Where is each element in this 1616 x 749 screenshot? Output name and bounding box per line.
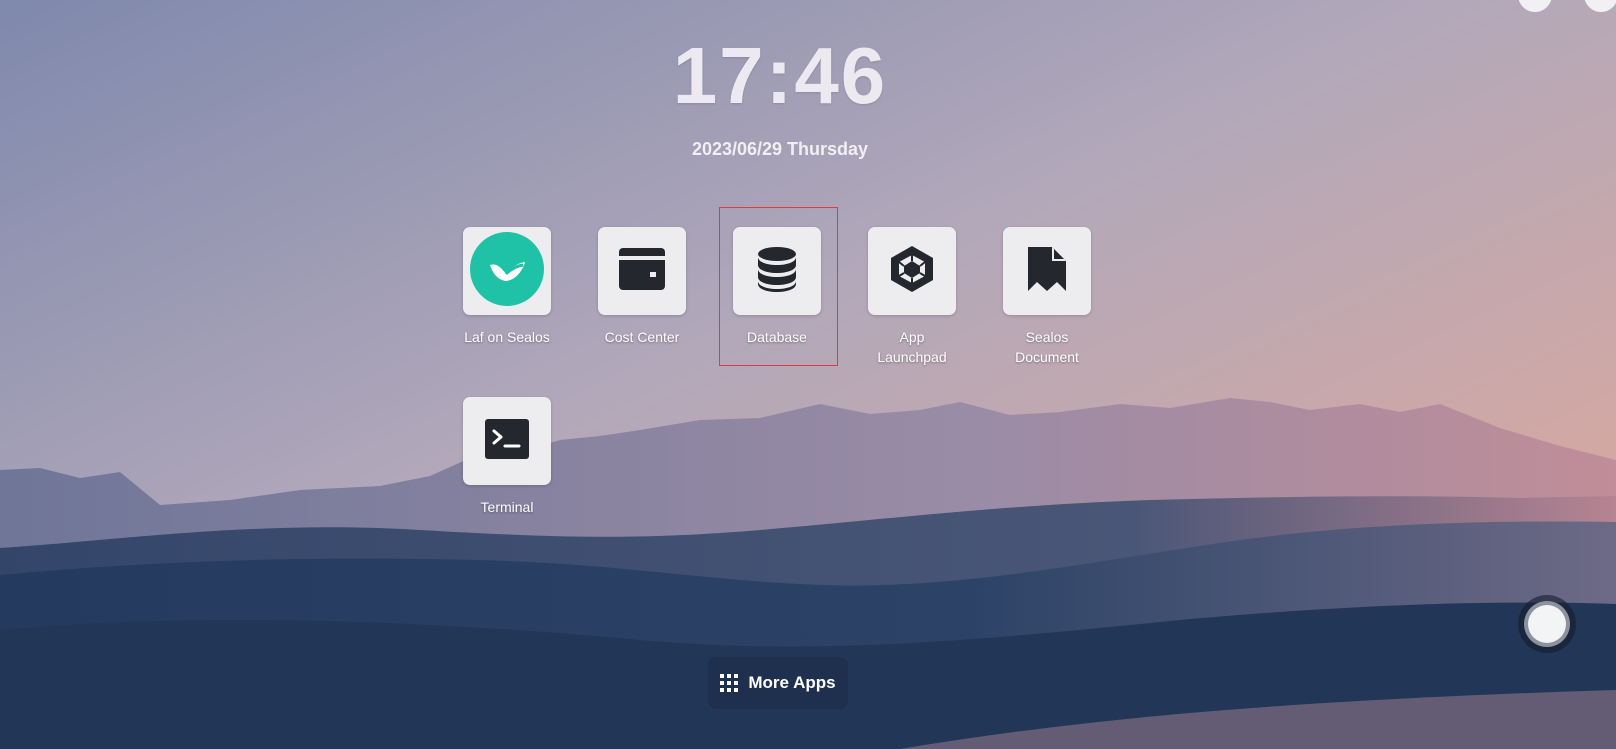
app-tile[interactable]	[463, 227, 551, 315]
assistant-circle-icon	[1524, 601, 1570, 647]
app-tile[interactable]	[733, 227, 821, 315]
grid-icon	[720, 674, 739, 692]
app-label: App Launchpad	[877, 329, 947, 365]
clock-date: 2023/06/29 Thursday	[691, 139, 869, 159]
app-tile[interactable]	[868, 227, 956, 315]
app-label: Cost Center	[604, 329, 680, 345]
more-apps-button[interactable]: More Apps	[708, 657, 848, 709]
laf-logo-icon	[470, 231, 544, 311]
floating-assistant-button[interactable]	[1518, 595, 1576, 653]
app-tile[interactable]	[598, 227, 686, 315]
hexagon-gem-icon	[889, 245, 935, 298]
app-label: Database	[747, 329, 807, 345]
app-tile[interactable]	[1003, 227, 1091, 315]
more-apps-label: More Apps	[748, 673, 836, 692]
app-label: Sealos Document	[1015, 329, 1079, 365]
bookmark-document-icon	[1027, 246, 1067, 297]
app-label: Laf on Sealos	[464, 329, 550, 345]
clock-time: 17:46	[672, 31, 888, 120]
app-sealos-document[interactable]: Sealos Document	[977, 227, 1117, 367]
wallet-icon	[618, 246, 666, 297]
app-terminal[interactable]: Terminal	[437, 397, 577, 517]
app-launchpad[interactable]: App Launchpad	[842, 227, 982, 367]
app-laf-on-sealos[interactable]: Laf on Sealos	[437, 227, 577, 347]
app-database[interactable]: Database	[707, 227, 847, 347]
database-icon	[757, 246, 797, 297]
app-cost-center[interactable]: Cost Center	[572, 227, 712, 347]
terminal-icon	[485, 418, 529, 464]
app-label: Terminal	[480, 499, 534, 515]
app-tile[interactable]	[463, 397, 551, 485]
